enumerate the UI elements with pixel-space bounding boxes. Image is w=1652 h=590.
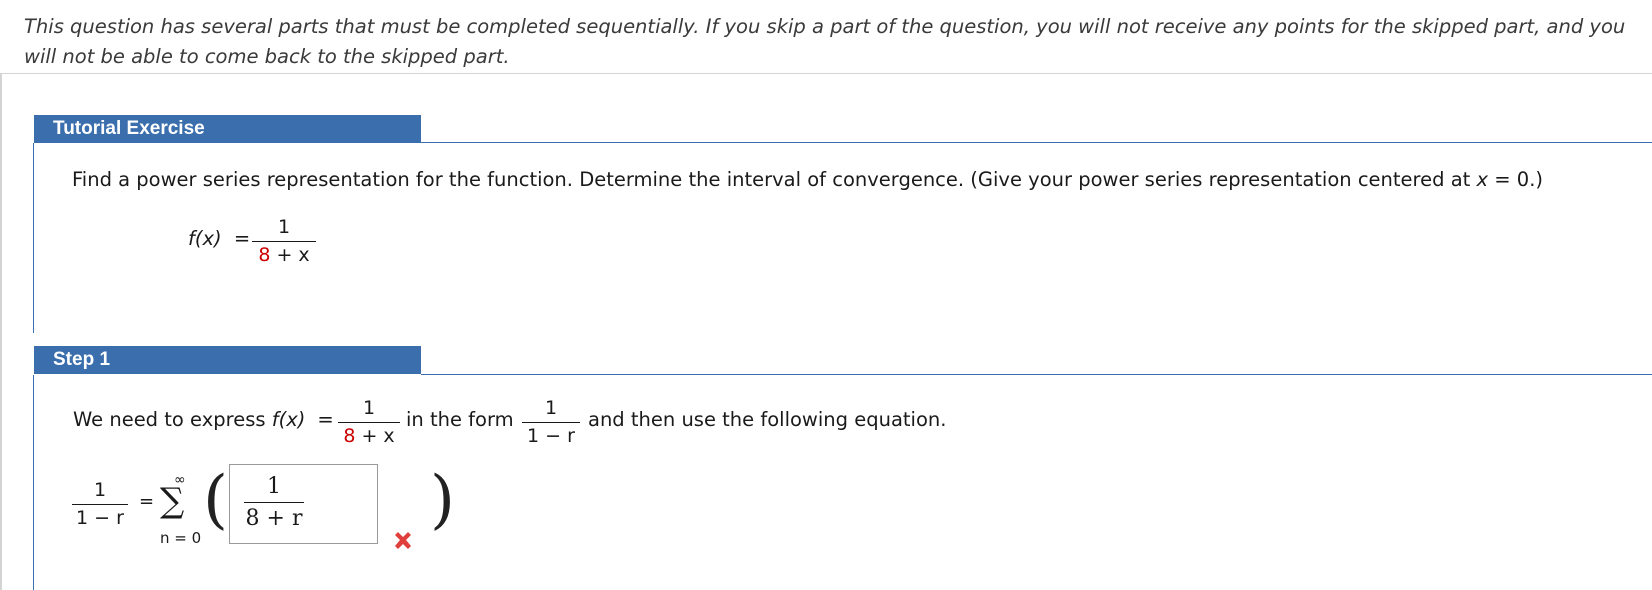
sigma-symbol: ∑ — [160, 481, 185, 521]
answer-numerator: 1 — [267, 474, 281, 499]
fraction-numerator: 1 — [277, 216, 291, 238]
function-name: f(x) — [188, 227, 222, 250]
fraction-denominator: 1 − r — [76, 507, 124, 529]
answer-input-box[interactable]: 1 8 + r — [229, 464, 378, 544]
equals-sign: = — [233, 227, 251, 250]
fraction-bar — [522, 422, 580, 423]
fraction-denominator: 8 + x — [338, 424, 400, 448]
text-before: We need to express — [73, 408, 272, 431]
fraction-denominator: 1 − r — [527, 425, 575, 447]
equation-lhs-fraction: 1 1 − r — [72, 478, 128, 530]
denominator-constant: 8 — [258, 244, 271, 266]
notice-panel: This question has several parts that mus… — [0, 0, 1652, 74]
sigma-lower-limit: n = 0 — [160, 529, 202, 547]
tutorial-header: Tutorial Exercise — [34, 115, 421, 143]
fraction-numerator: 1 — [362, 397, 376, 419]
step1-fraction-function: 1 8 + x — [338, 396, 400, 448]
answer-fraction: 1 8 + r — [244, 473, 304, 533]
function-fraction: 1 8 + x — [252, 215, 316, 267]
fx-label: f(x) — [271, 408, 306, 431]
fraction-bar — [252, 241, 316, 242]
denominator-rest: + x — [270, 244, 310, 266]
fraction-bar — [72, 504, 128, 505]
fraction-bar — [338, 422, 400, 423]
fraction-numerator: 1 — [93, 479, 107, 501]
frame-border — [0, 74, 2, 590]
denominator-constant: 8 — [343, 425, 356, 447]
fraction-denominator: 8 + x — [252, 243, 316, 267]
answer-denominator: 8 + r — [245, 506, 303, 531]
step1-text-after: and then use the following equation. — [588, 408, 947, 431]
step1-text-before: We need to express f(x) = — [73, 408, 334, 431]
function-lhs: f(x) = — [188, 227, 250, 250]
equation-equals: = — [139, 491, 155, 512]
step1-text-middle: in the form — [406, 408, 514, 431]
x-mark-icon — [395, 532, 411, 549]
notice-text: This question has several parts that mus… — [24, 15, 1626, 68]
equals-sign: = — [317, 408, 334, 431]
step1-fraction-form: 1 1 − r — [522, 396, 580, 448]
denominator-rest: + x — [355, 425, 395, 447]
right-paren: ) — [430, 463, 455, 537]
fraction-numerator: 1 — [544, 397, 558, 419]
tutorial-prompt: Find a power series representation for t… — [72, 168, 1543, 191]
prompt-variable: x — [1476, 168, 1489, 191]
answer-fraction-bar — [244, 502, 304, 503]
prompt-text: Find a power series representation for t… — [72, 168, 1477, 191]
step1-header: Step 1 — [34, 346, 421, 374]
left-paren: ( — [203, 463, 228, 537]
prompt-text-end: = 0.) — [1488, 168, 1544, 191]
